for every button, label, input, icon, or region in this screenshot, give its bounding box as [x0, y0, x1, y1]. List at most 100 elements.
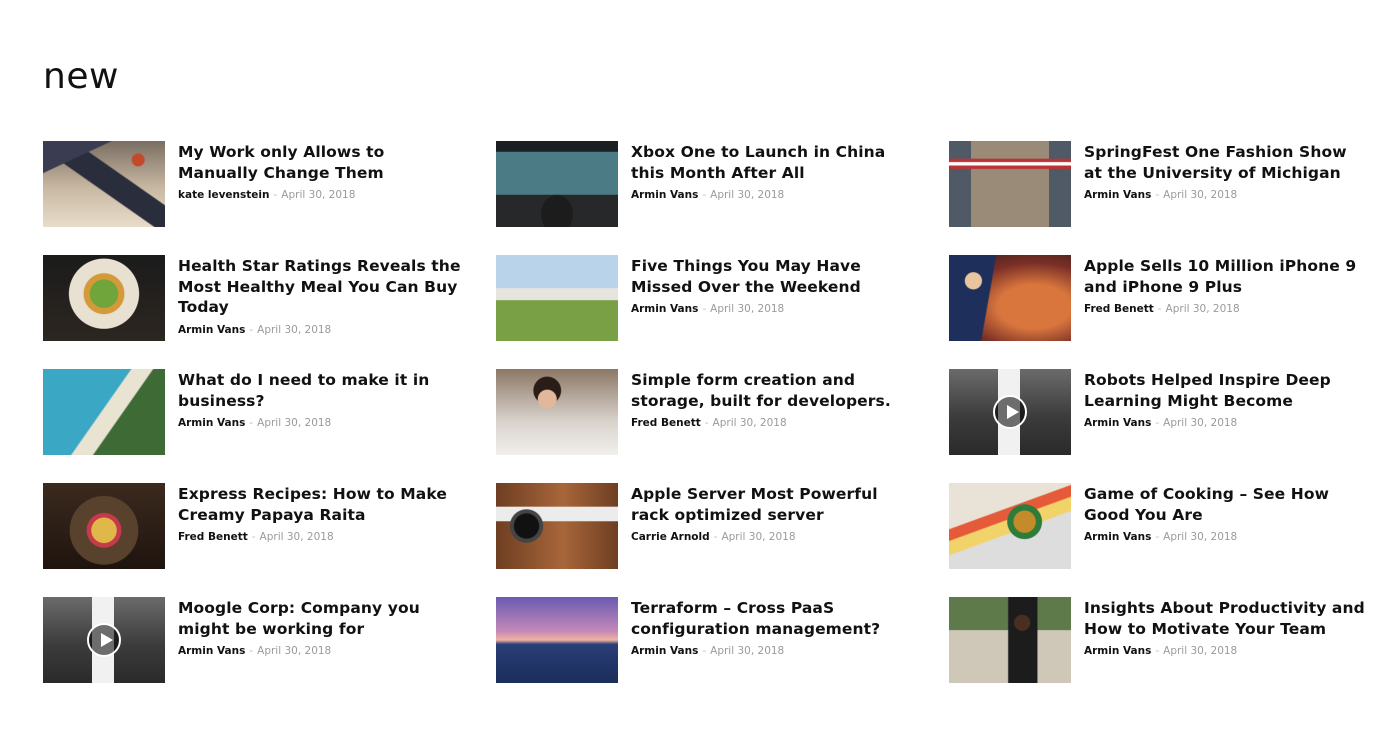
post-title-link[interactable]: What do I need to make it in business?	[178, 370, 463, 411]
play-icon[interactable]	[993, 395, 1027, 429]
post-date: April 30, 2018	[1163, 189, 1238, 201]
post-date: April 30, 2018	[1163, 417, 1238, 429]
post-title-link[interactable]: Apple Sells 10 Million iPhone 9 and iPho…	[1084, 256, 1369, 297]
bridge-sunset-image	[496, 597, 618, 683]
post-meta: Express Recipes: How to Make Creamy Papa…	[178, 483, 463, 544]
post-byline: Armin Vans - April 30, 2018	[178, 416, 463, 430]
byline-separator: -	[713, 531, 718, 543]
food-plate-image	[43, 483, 165, 569]
post-date: April 30, 2018	[1165, 303, 1240, 315]
byline-separator: -	[704, 417, 709, 429]
post-author[interactable]: Armin Vans	[1084, 417, 1151, 429]
post-title-link[interactable]: Health Star Ratings Reveals the Most Hea…	[178, 256, 463, 318]
laptop-desk-image	[43, 141, 165, 227]
post-title-link[interactable]: Robots Helped Inspire Deep Learning Migh…	[1084, 370, 1369, 411]
post-item: Simple form creation and storage, built …	[496, 369, 916, 483]
post-thumbnail[interactable]	[949, 255, 1071, 341]
post-thumbnail[interactable]	[949, 483, 1071, 569]
post-thumbnail[interactable]	[949, 597, 1071, 683]
post-meta: Moogle Corp: Company you might be workin…	[178, 597, 463, 658]
byline-separator: -	[251, 531, 256, 543]
post-author[interactable]: Armin Vans	[1084, 531, 1151, 543]
post-thumbnail[interactable]	[496, 141, 618, 227]
post-title-link[interactable]: Insights About Productivity and How to M…	[1084, 598, 1369, 639]
byline-separator: -	[249, 645, 254, 657]
post-byline: Armin Vans - April 30, 2018	[631, 644, 916, 658]
post-author[interactable]: Armin Vans	[631, 303, 698, 315]
post-thumbnail[interactable]	[496, 255, 618, 341]
post-title-link[interactable]: SpringFest One Fashion Show at the Unive…	[1084, 142, 1369, 183]
post-title-link[interactable]: Apple Server Most Powerful rack optimize…	[631, 484, 916, 525]
post-date: April 30, 2018	[1163, 531, 1238, 543]
section-title: new	[43, 56, 119, 97]
post-author[interactable]: kate levenstein	[178, 189, 270, 201]
post-date: April 30, 2018	[259, 531, 334, 543]
post-title-link[interactable]: Moogle Corp: Company you might be workin…	[178, 598, 463, 639]
post-item: Insights About Productivity and How to M…	[949, 597, 1369, 711]
post-byline: Armin Vans - April 30, 2018	[631, 302, 916, 316]
post-thumbnail[interactable]	[43, 597, 165, 683]
byline-separator: -	[702, 189, 707, 201]
post-item: Robots Helped Inspire Deep Learning Migh…	[949, 369, 1369, 483]
post-author[interactable]: Fred Benett	[178, 531, 248, 543]
post-thumbnail[interactable]	[949, 369, 1071, 455]
byline-separator: -	[1155, 531, 1160, 543]
play-icon[interactable]	[87, 623, 121, 657]
post-author[interactable]: Carrie Arnold	[631, 531, 710, 543]
post-title-link[interactable]: My Work only Allows to Manually Change T…	[178, 142, 463, 183]
post-meta: Simple form creation and storage, built …	[631, 369, 916, 430]
post-item: Express Recipes: How to Make Creamy Papa…	[43, 483, 463, 597]
desk-turntable-image	[496, 483, 618, 569]
post-thumbnail[interactable]	[949, 141, 1071, 227]
post-byline: Armin Vans - April 30, 2018	[1084, 416, 1369, 430]
post-title-link[interactable]: Game of Cooking – See How Good You Are	[1084, 484, 1369, 525]
byline-separator: -	[1157, 303, 1162, 315]
post-item: Terraform – Cross PaaS configuration man…	[496, 597, 916, 711]
post-author[interactable]: Armin Vans	[631, 189, 698, 201]
post-meta: SpringFest One Fashion Show at the Unive…	[1084, 141, 1369, 202]
white-house-image	[496, 255, 618, 341]
post-author[interactable]: Armin Vans	[631, 645, 698, 657]
post-byline: Armin Vans - April 30, 2018	[1084, 644, 1369, 658]
post-date: April 30, 2018	[281, 189, 356, 201]
post-author[interactable]: Armin Vans	[178, 324, 245, 336]
post-author[interactable]: Fred Benett	[631, 417, 701, 429]
post-thumbnail[interactable]	[43, 255, 165, 341]
post-author[interactable]: Armin Vans	[178, 645, 245, 657]
post-date: April 30, 2018	[710, 303, 785, 315]
post-thumbnail[interactable]	[43, 141, 165, 227]
post-item: Apple Sells 10 Million iPhone 9 and iPho…	[949, 255, 1369, 369]
post-title-link[interactable]: Express Recipes: How to Make Creamy Papa…	[178, 484, 463, 525]
post-byline: Armin Vans - April 30, 2018	[178, 644, 463, 658]
post-thumbnail[interactable]	[496, 369, 618, 455]
post-item: Health Star Ratings Reveals the Most Hea…	[43, 255, 463, 369]
post-author[interactable]: Armin Vans	[178, 417, 245, 429]
building-flag-image	[949, 141, 1071, 227]
post-title-link[interactable]: Terraform – Cross PaaS configuration man…	[631, 598, 916, 639]
post-thumbnail[interactable]	[43, 369, 165, 455]
post-date: April 30, 2018	[721, 531, 796, 543]
byline-separator: -	[1155, 189, 1160, 201]
post-item: Game of Cooking – See How Good You Are A…	[949, 483, 1369, 597]
post-byline: Armin Vans - April 30, 2018	[631, 188, 916, 202]
post-title-link[interactable]: Simple form creation and storage, built …	[631, 370, 916, 411]
conference-speaker-image	[949, 255, 1071, 341]
post-date: April 30, 2018	[257, 417, 332, 429]
byline-separator: -	[273, 189, 278, 201]
post-meta: What do I need to make it in business? A…	[178, 369, 463, 430]
post-title-link[interactable]: Five Things You May Have Missed Over the…	[631, 256, 916, 297]
post-date: April 30, 2018	[257, 323, 332, 336]
post-byline: Armin Vans - April 30, 2018	[1084, 188, 1369, 202]
post-thumbnail[interactable]	[496, 597, 618, 683]
post-author[interactable]: Fred Benett	[1084, 303, 1154, 315]
post-author[interactable]: Armin Vans	[1084, 189, 1151, 201]
post-title-link[interactable]: Xbox One to Launch in China this Month A…	[631, 142, 916, 183]
post-meta: Apple Server Most Powerful rack optimize…	[631, 483, 916, 544]
post-thumbnail[interactable]	[43, 483, 165, 569]
post-meta: Five Things You May Have Missed Over the…	[631, 255, 916, 316]
post-item: Apple Server Most Powerful rack optimize…	[496, 483, 916, 597]
post-author[interactable]: Armin Vans	[1084, 645, 1151, 657]
post-meta: Insights About Productivity and How to M…	[1084, 597, 1369, 658]
post-thumbnail[interactable]	[496, 483, 618, 569]
pineapple-table-image	[949, 483, 1071, 569]
